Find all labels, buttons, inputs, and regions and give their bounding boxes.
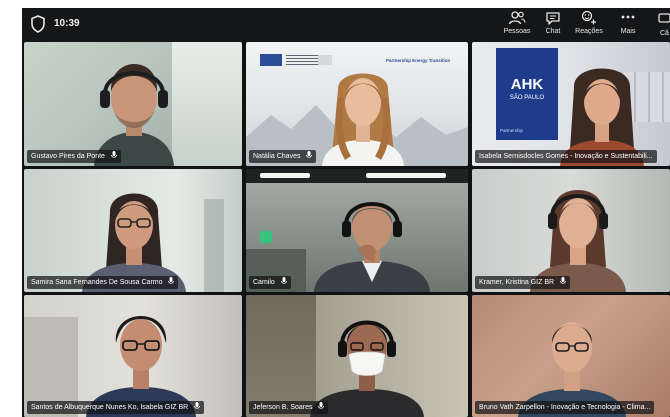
participant-video (530, 190, 626, 292)
participant-name: Bruno Vath Zarpellon - Inovação e Tecnol… (475, 401, 655, 414)
video-tile-6[interactable]: Kramer, Kristina GIZ BR (472, 169, 670, 292)
participant-video (518, 322, 626, 417)
ceiling-light (260, 173, 310, 178)
participant-video (314, 202, 430, 292)
participant-video (86, 316, 196, 417)
shield-icon (31, 15, 45, 33)
video-tile-1[interactable]: Gustavo Pires da Ponte (24, 42, 242, 166)
more-button[interactable]: Mais (606, 10, 650, 40)
people-icon (508, 11, 526, 25)
microphone-icon (168, 277, 175, 284)
meeting-timer: 10:39 (54, 18, 80, 29)
ceiling-light (366, 173, 446, 178)
participant-name-text: Gustavo Pires da Ponte (31, 153, 105, 160)
participant-name-text: Natália Chaves (253, 153, 301, 160)
participant-video (94, 64, 174, 166)
participant-name-text: Camilo (253, 279, 275, 286)
chat-icon (546, 12, 560, 25)
participant-name: Isabela Sernisdocles Gomes - Inovação e … (475, 150, 657, 163)
reactions-button[interactable]: Reações (567, 10, 611, 40)
microphone-icon (306, 151, 313, 158)
participant-name: Camilo (249, 276, 291, 289)
ahk-banner-text: Partnership (500, 128, 524, 133)
video-tile-7[interactable]: Santos de Albuquerque Nunes Ko, Isabela … (24, 295, 242, 417)
participant-name: Natália Chaves (249, 150, 317, 163)
participant-name: Kramer, Kristina GIZ BR (475, 276, 571, 289)
participant-name: Samira Sana Fernandes De Sousa Carmo (27, 276, 179, 289)
participant-name: Santos de Albuquerque Nunes Ko, Isabela … (27, 401, 205, 414)
more-icon (621, 15, 635, 19)
participant-video (322, 73, 404, 166)
reactions-label: Reações (575, 28, 603, 35)
ahk-logo-panel: AHK SÃO PAULO Partnership (496, 48, 558, 140)
participant-name-text: Kramer, Kristina GIZ BR (479, 279, 555, 286)
microphone-icon (318, 402, 325, 409)
microphone-icon (280, 277, 287, 284)
meeting-window: 10:39 Pessoas Chat Reações Mais Câ Gusta… (22, 8, 670, 417)
ahk-logo-subtext: SÃO PAULO (509, 95, 545, 101)
microphone-icon (560, 277, 566, 284)
video-tile-2[interactable]: Partnership Energy Transition Natália Ch… (246, 42, 468, 166)
background-doorframe (204, 199, 224, 292)
participant-name-text: Samira Sana Fernandes De Sousa Carmo (31, 279, 163, 286)
microphone-icon (194, 402, 201, 409)
ahk-logo-text: AHK (510, 76, 544, 93)
more-label: Mais (620, 28, 636, 35)
exit-sign (260, 231, 272, 243)
participant-name: Jeferson B. Soares (249, 401, 329, 414)
camera-label: Câ (660, 30, 669, 37)
video-tile-8[interactable]: Jeferson B. Soares (246, 295, 468, 417)
participant-video (310, 320, 424, 417)
video-tile-3[interactable]: AHK SÃO PAULO Partnership Isabela Sernis… (472, 42, 670, 166)
participant-name-text: Isabela Sernisdocles Gomes - Inovação e … (479, 153, 653, 160)
participant-name: Gustavo Pires da Ponte (27, 150, 121, 163)
reactions-icon (581, 10, 596, 25)
video-tile-9[interactable]: Bruno Vath Zarpellon - Inovação e Tecnol… (472, 295, 670, 417)
logo-block (260, 54, 282, 66)
meeting-toolbar: 10:39 Pessoas Chat Reações Mais Câ (22, 8, 670, 42)
participant-name-text: Santos de Albuquerque Nunes Ko, Isabela … (31, 404, 189, 411)
participant-video (82, 193, 186, 292)
participant-name-text: Bruno Vath Zarpellon - Inovação e Tecnol… (479, 404, 651, 411)
camera-icon (658, 13, 670, 23)
video-tile-4[interactable]: Samira Sana Fernandes De Sousa Carmo (24, 169, 242, 292)
video-tile-5[interactable]: Camilo (246, 169, 468, 292)
microphone-icon (110, 151, 117, 158)
participant-name-text: Jeferson B. Soares (253, 404, 313, 411)
camera-button[interactable]: Câ (656, 10, 670, 40)
